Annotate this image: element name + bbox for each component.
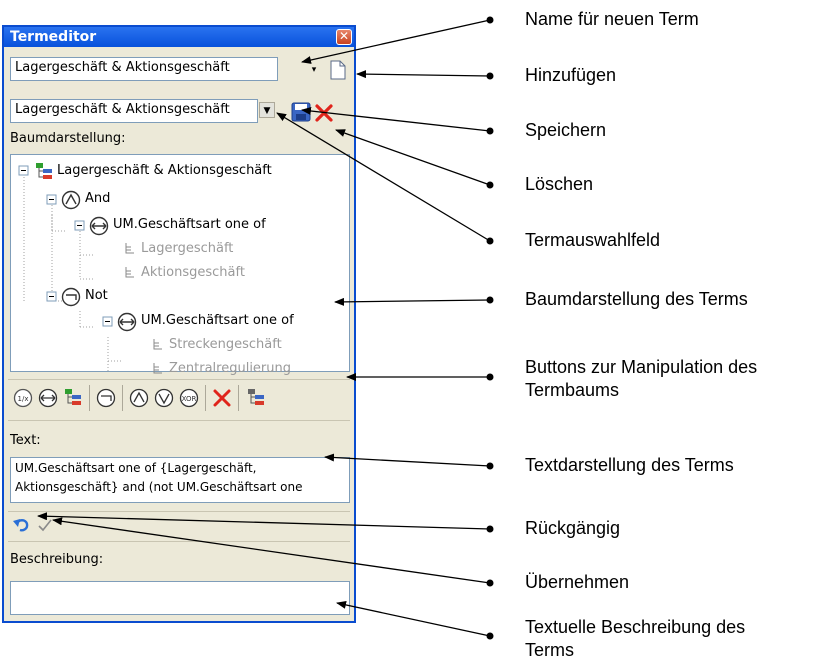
annotation-name: Name für neuen Term (525, 9, 699, 29)
annotation-description-line: Terms (525, 640, 574, 660)
annotation-undo: Rückgängig (525, 518, 621, 538)
annotation-buttons-line: Termbaums (525, 380, 620, 400)
annotation-description-line: Textuelle Beschreibung des (525, 617, 746, 637)
annotation-text: Textdarstellung des Terms (525, 455, 734, 475)
annotation-description: Textuelle Beschreibung des Terms (525, 616, 745, 662)
annotation-buttons-line: Buttons zur Manipulation des (525, 357, 758, 377)
annotation-apply: Übernehmen (525, 572, 630, 592)
annotation-buttons: Buttons zur Manipulation des Termbaums (525, 356, 757, 402)
annotation-selector: Termauswahlfeld (525, 230, 661, 250)
annotation-save: Speichern (525, 120, 607, 140)
annotation-add: Hinzufügen (525, 65, 617, 85)
annotation-tree: Baumdarstellung des Terms (525, 289, 748, 309)
annotation-delete: Löschen (525, 174, 594, 194)
annotation-arrows (37, 16, 494, 640)
